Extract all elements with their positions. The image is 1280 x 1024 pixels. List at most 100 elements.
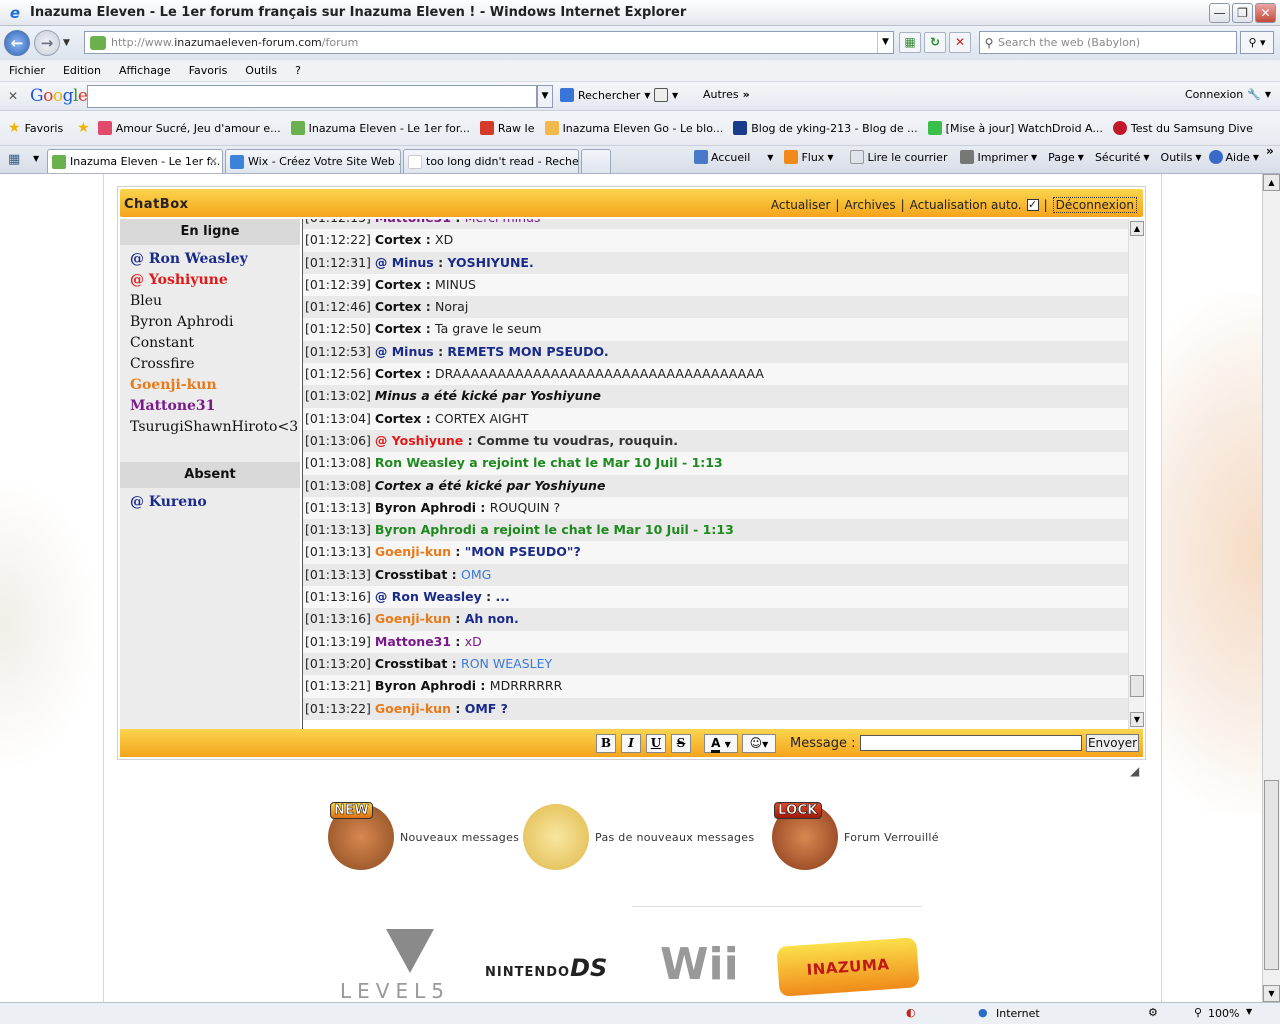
user-list-item[interactable]: Crossfire: [130, 354, 300, 375]
user-list-item[interactable]: @ Yoshiyune: [130, 270, 300, 291]
auto-refresh-checkbox[interactable]: ✓: [1026, 199, 1039, 211]
user-list-item[interactable]: Goenji-kun: [130, 375, 300, 396]
home-button[interactable]: Accueil: [711, 151, 750, 164]
favorite-link[interactable]: Blog de yking-213 - Blog de ...: [733, 121, 918, 135]
zoom-icon[interactable]: ⚲: [1194, 1006, 1202, 1019]
google-search-button[interactable]: Rechercher ▼: [560, 88, 650, 102]
close-tab-icon[interactable]: ✕: [209, 155, 218, 168]
security-menu-button[interactable]: Sécurité: [1095, 151, 1140, 164]
message-author[interactable]: Mattone31: [375, 219, 451, 225]
favorites-button[interactable]: ★ Favoris: [8, 120, 63, 136]
quick-tabs-icon[interactable]: ▦: [8, 152, 20, 167]
message-author[interactable]: @ Ron Weasley: [375, 589, 482, 604]
user-list-item[interactable]: TsurugiShawnHiroto<3: [130, 417, 300, 438]
message-author[interactable]: Byron Aphrodi: [375, 678, 476, 693]
more-button[interactable]: Autres »: [703, 88, 750, 101]
menu-view[interactable]: Affichage: [110, 64, 180, 77]
message-author[interactable]: Crosstibat: [375, 567, 447, 582]
minimize-button[interactable]: —: [1209, 3, 1230, 23]
message-author[interactable]: Cortex: [375, 366, 421, 381]
url-dropdown-icon[interactable]: ▼: [877, 32, 893, 53]
user-list-item[interactable]: Mattone31: [130, 396, 300, 417]
scroll-up-icon[interactable]: ▲: [1130, 221, 1144, 236]
read-mail-button[interactable]: Lire le courrier: [867, 151, 947, 164]
login-button[interactable]: Connexion 🔧 ▼: [1185, 88, 1271, 101]
message-list[interactable]: [01:12:15] Mattone31 : Merci minus[01:12…: [302, 219, 1128, 729]
page-scrollbar[interactable]: ▲ ▼: [1262, 174, 1280, 1002]
google-search-dropdown-icon[interactable]: ▼: [537, 85, 553, 108]
menu-edit[interactable]: Edition: [54, 64, 110, 77]
stop-icon[interactable]: ✕: [949, 32, 971, 53]
message-author[interactable]: Byron Aphrodi: [375, 500, 476, 515]
menu-help[interactable]: ?: [286, 64, 310, 77]
user-list-item[interactable]: Bleu: [130, 291, 300, 312]
message-author[interactable]: Cortex: [375, 411, 421, 426]
message-author[interactable]: @ Minus: [375, 255, 434, 270]
zoom-level[interactable]: 100%: [1208, 1007, 1239, 1020]
tab-google[interactable]: too long didn't read - Recher...: [403, 149, 579, 173]
tab-wix[interactable]: Wix - Créez Votre Site Web ...: [225, 149, 401, 173]
history-dropdown-icon[interactable]: ▼: [63, 38, 75, 48]
text-color-button[interactable]: A ▼: [704, 734, 738, 753]
forward-button[interactable]: →: [34, 30, 60, 56]
feeds-button[interactable]: Flux: [801, 151, 824, 164]
security-settings-icon[interactable]: ⚙: [1148, 1006, 1158, 1019]
message-author[interactable]: Goenji-kun: [375, 701, 451, 716]
scroll-thumb[interactable]: [1130, 675, 1144, 697]
message-author[interactable]: @ Minus: [375, 344, 434, 359]
favorite-link[interactable]: Inazuma Eleven Go - Le blo...: [544, 121, 723, 135]
smiley-button[interactable]: ☺▼: [742, 734, 776, 753]
refresh-icon[interactable]: ↻: [924, 32, 946, 53]
user-list-item[interactable]: Constant: [130, 333, 300, 354]
strike-button[interactable]: S: [671, 734, 691, 753]
new-tab-button[interactable]: [581, 149, 611, 173]
help-menu-button[interactable]: Aide: [1226, 151, 1250, 164]
menu-tools[interactable]: Outils: [236, 64, 286, 77]
compatibility-view-icon[interactable]: ▦: [899, 32, 921, 53]
tab-list-dropdown-icon[interactable]: ▼: [33, 154, 39, 163]
send-button[interactable]: Envoyer: [1086, 734, 1139, 752]
message-author[interactable]: Cortex: [375, 299, 421, 314]
underline-button[interactable]: U: [646, 734, 666, 753]
search-go-button[interactable]: ⚲ ▾: [1240, 31, 1274, 54]
google-search-input[interactable]: [87, 85, 537, 108]
favorite-link[interactable]: [Mise à jour] WatchDroid A...: [927, 121, 1103, 135]
archives-link[interactable]: Archives: [844, 198, 895, 212]
tools-menu-button[interactable]: Outils: [1161, 151, 1193, 164]
favorite-link[interactable]: Test du Samsung Dive: [1112, 121, 1253, 135]
page-scroll-up-icon[interactable]: ▲: [1263, 174, 1280, 191]
message-author[interactable]: Cortex: [375, 277, 421, 292]
page-scroll-down-icon[interactable]: ▼: [1263, 985, 1280, 1002]
message-author[interactable]: @ Yoshiyune: [375, 433, 463, 448]
menu-file[interactable]: Fichier: [0, 64, 54, 77]
logout-link[interactable]: Déconnexion: [1052, 197, 1137, 213]
zoom-dropdown-icon[interactable]: ▼: [1246, 1007, 1252, 1016]
user-list-item[interactable]: @ Kureno: [130, 492, 300, 513]
search-input[interactable]: ⚲ Search the web (Babylon): [979, 31, 1237, 54]
add-favorite-button[interactable]: ★: [77, 120, 90, 136]
message-author[interactable]: Goenji-kun: [375, 611, 451, 626]
page-menu-button[interactable]: Page: [1048, 151, 1075, 164]
url-text[interactable]: http://www.inazumaeleven-forum.com/forum: [111, 36, 358, 49]
back-button[interactable]: ←: [4, 30, 30, 56]
resize-handle-icon[interactable]: ◢: [1130, 764, 1139, 778]
tab-inazuma[interactable]: Inazuma Eleven - Le 1er f... ✕: [47, 149, 223, 173]
more-commands-icon[interactable]: »: [1266, 144, 1274, 158]
message-author[interactable]: Mattone31: [375, 634, 451, 649]
message-author[interactable]: Cortex: [375, 321, 421, 336]
favorite-link[interactable]: Amour Sucré, Jeu d'amour e...: [97, 121, 281, 135]
scroll-down-icon[interactable]: ▼: [1130, 712, 1144, 727]
page-scroll-thumb[interactable]: [1264, 780, 1279, 970]
user-list-item[interactable]: Byron Aphrodi: [130, 312, 300, 333]
google-options-button[interactable]: ▼: [654, 88, 678, 102]
bold-button[interactable]: B: [596, 734, 616, 753]
menu-favorites[interactable]: Favoris: [180, 64, 237, 77]
close-toolbar-icon[interactable]: ✕: [8, 89, 24, 103]
message-author[interactable]: Goenji-kun: [375, 544, 451, 559]
message-author[interactable]: Crosstibat: [375, 656, 447, 671]
italic-button[interactable]: I: [621, 734, 641, 753]
close-button[interactable]: ✕: [1255, 3, 1276, 23]
favorite-link[interactable]: Inazuma Eleven - Le 1er for...: [290, 121, 470, 135]
message-input[interactable]: [860, 735, 1082, 751]
refresh-link[interactable]: Actualiser: [771, 198, 831, 212]
